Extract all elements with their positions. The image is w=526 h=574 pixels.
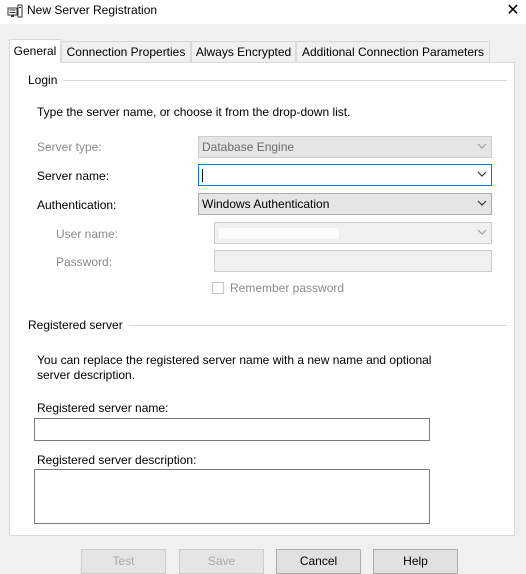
server-type-combo[interactable]: Database Engine	[198, 136, 492, 158]
server-type-value: Database Engine	[202, 140, 295, 154]
cancel-button[interactable]: Cancel	[276, 549, 361, 574]
server-name-label: Server name:	[37, 169, 110, 183]
registered-description-line2: server description.	[37, 368, 136, 382]
help-button[interactable]: Help	[373, 549, 458, 574]
registered-name-field[interactable]	[34, 418, 430, 441]
test-button[interactable]: Test	[81, 549, 166, 574]
tab-always-encrypted[interactable]: Always Encrypted	[191, 41, 296, 62]
registered-group-title: Registered server	[28, 318, 129, 332]
server-name-combo[interactable]	[198, 164, 492, 186]
server-type-label: Server type:	[37, 140, 102, 154]
remember-password-label: Remember password	[230, 281, 345, 295]
tab-additional-connection-parameters[interactable]: Additional Connection Parameters	[296, 41, 490, 62]
password-label: Password:	[56, 255, 113, 269]
redacted-user-name	[219, 228, 339, 239]
text-caret	[202, 169, 203, 182]
login-group-title: Login	[28, 73, 64, 87]
authentication-combo[interactable]: Windows Authentication	[198, 193, 492, 215]
password-field[interactable]	[214, 250, 492, 272]
authentication-label: Authentication:	[37, 198, 117, 212]
window-title: New Server Registration	[27, 3, 158, 17]
chevron-down-icon	[477, 200, 487, 206]
tab-general[interactable]: General	[9, 39, 61, 63]
user-name-combo[interactable]	[214, 222, 492, 244]
user-name-label: User name:	[56, 227, 119, 241]
registered-name-label: Registered server name:	[37, 401, 169, 415]
remember-password-checkbox[interactable]	[212, 282, 224, 294]
authentication-value: Windows Authentication	[202, 197, 330, 211]
registered-description-field[interactable]	[34, 469, 430, 524]
chevron-down-icon	[477, 143, 487, 149]
login-group-line	[28, 80, 507, 81]
chevron-down-icon	[477, 229, 487, 235]
server-registration-icon	[7, 4, 23, 19]
save-button[interactable]: Save	[179, 549, 264, 574]
registered-description-label: Registered server description:	[37, 453, 197, 467]
registered-description-line1: You can replace the registered server na…	[37, 353, 432, 367]
chevron-down-icon[interactable]	[477, 169, 487, 179]
close-icon[interactable]: ✕	[500, 0, 526, 22]
tab-connection-properties[interactable]: Connection Properties	[61, 41, 191, 62]
login-instructions: Type the server name, or choose it from …	[37, 105, 351, 119]
